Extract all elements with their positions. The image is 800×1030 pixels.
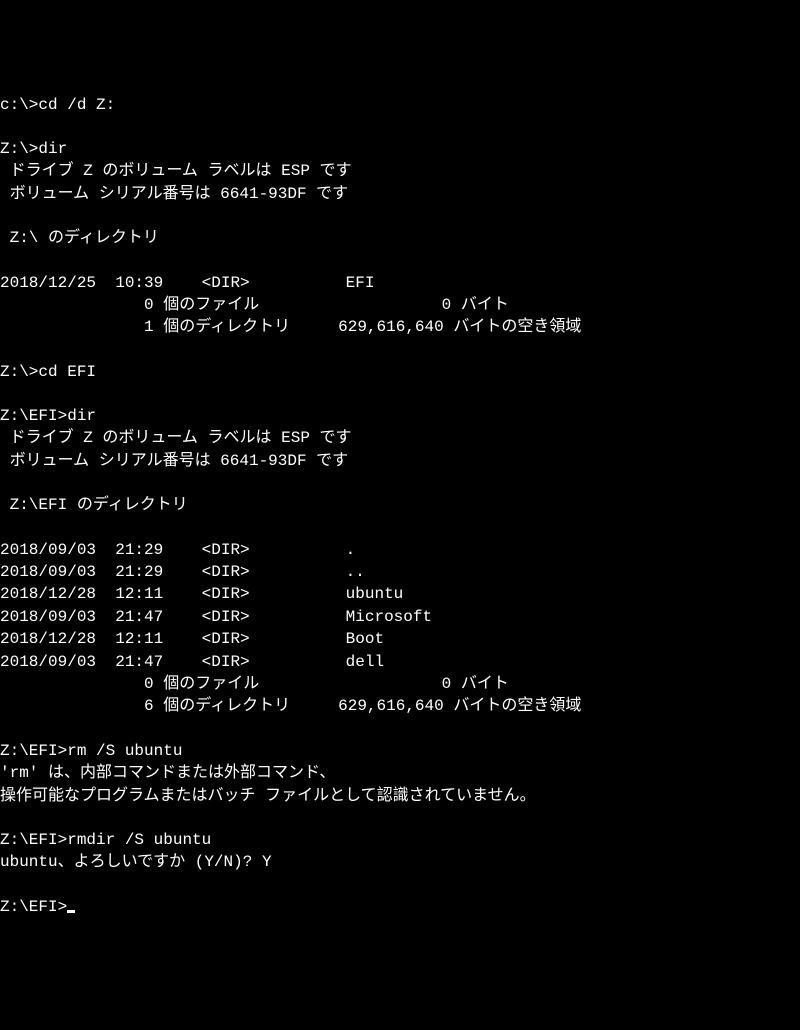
- prompt: Z:\>: [0, 140, 38, 158]
- command-input: rm /S ubuntu: [67, 742, 182, 760]
- terminal-line: [0, 517, 800, 539]
- terminal-line: Z:\EFI のディレクトリ: [0, 494, 800, 516]
- terminal-line: 0 個のファイル 0 バイト: [0, 673, 800, 695]
- terminal-line: 2018/12/28 12:11 <DIR> Boot: [0, 628, 800, 650]
- command-input: cd EFI: [38, 363, 96, 381]
- command-input: dir: [38, 140, 67, 158]
- terminal-line: ボリューム シリアル番号は 6641-93DF です: [0, 183, 800, 205]
- terminal-line: 1 個のディレクトリ 629,616,640 バイトの空き領域: [0, 316, 800, 338]
- terminal-line: 2018/09/03 21:47 <DIR> dell: [0, 651, 800, 673]
- terminal-line: 2018/09/03 21:29 <DIR> ..: [0, 561, 800, 583]
- terminal-line: [0, 874, 800, 896]
- terminal-line: [0, 807, 800, 829]
- terminal-line: 2018/12/25 10:39 <DIR> EFI: [0, 272, 800, 294]
- terminal-line: Z:\EFI>rmdir /S ubuntu: [0, 829, 800, 851]
- terminal-line: Z:\EFI>: [0, 896, 800, 918]
- terminal-line: Z:\>dir: [0, 138, 800, 160]
- command-input: dir: [67, 407, 96, 425]
- terminal-line: [0, 250, 800, 272]
- prompt: Z:\EFI>: [0, 742, 67, 760]
- terminal-line: [0, 718, 800, 740]
- terminal-line: [0, 339, 800, 361]
- terminal-line: 2018/09/03 21:29 <DIR> .: [0, 539, 800, 561]
- prompt: c:\>: [0, 96, 38, 114]
- terminal-line: ボリューム シリアル番号は 6641-93DF です: [0, 450, 800, 472]
- terminal-line: 2018/12/28 12:11 <DIR> ubuntu: [0, 583, 800, 605]
- prompt: Z:\EFI>: [0, 407, 67, 425]
- terminal-line: [0, 383, 800, 405]
- terminal-line: ubuntu、よろしいですか (Y/N)? Y: [0, 851, 800, 873]
- prompt: Z:\>: [0, 363, 38, 381]
- terminal-line: Z:\>cd EFI: [0, 361, 800, 383]
- terminal-line: Z:\ のディレクトリ: [0, 227, 800, 249]
- terminal-line: ドライブ Z のボリューム ラベルは ESP です: [0, 160, 800, 182]
- command-input: rmdir /S ubuntu: [67, 831, 211, 849]
- prompt: Z:\EFI>: [0, 898, 67, 916]
- terminal-line: 操作可能なプログラムまたはバッチ ファイルとして認識されていません。: [0, 785, 800, 807]
- command-input: cd /d Z:: [38, 96, 115, 114]
- prompt: Z:\EFI>: [0, 831, 67, 849]
- terminal-line: [0, 472, 800, 494]
- terminal-line: 0 個のファイル 0 バイト: [0, 294, 800, 316]
- terminal-line: ドライブ Z のボリューム ラベルは ESP です: [0, 427, 800, 449]
- terminal-line: Z:\EFI>dir: [0, 405, 800, 427]
- terminal-line: [0, 116, 800, 138]
- cursor: [67, 910, 75, 913]
- terminal-line: 6 個のディレクトリ 629,616,640 バイトの空き領域: [0, 695, 800, 717]
- terminal-output[interactable]: c:\>cd /d Z:Z:\>dir ドライブ Z のボリューム ラベルは E…: [0, 94, 800, 919]
- terminal-line: 2018/09/03 21:47 <DIR> Microsoft: [0, 606, 800, 628]
- terminal-line: Z:\EFI>rm /S ubuntu: [0, 740, 800, 762]
- terminal-line: 'rm' は、内部コマンドまたは外部コマンド、: [0, 762, 800, 784]
- terminal-line: c:\>cd /d Z:: [0, 94, 800, 116]
- terminal-line: [0, 205, 800, 227]
